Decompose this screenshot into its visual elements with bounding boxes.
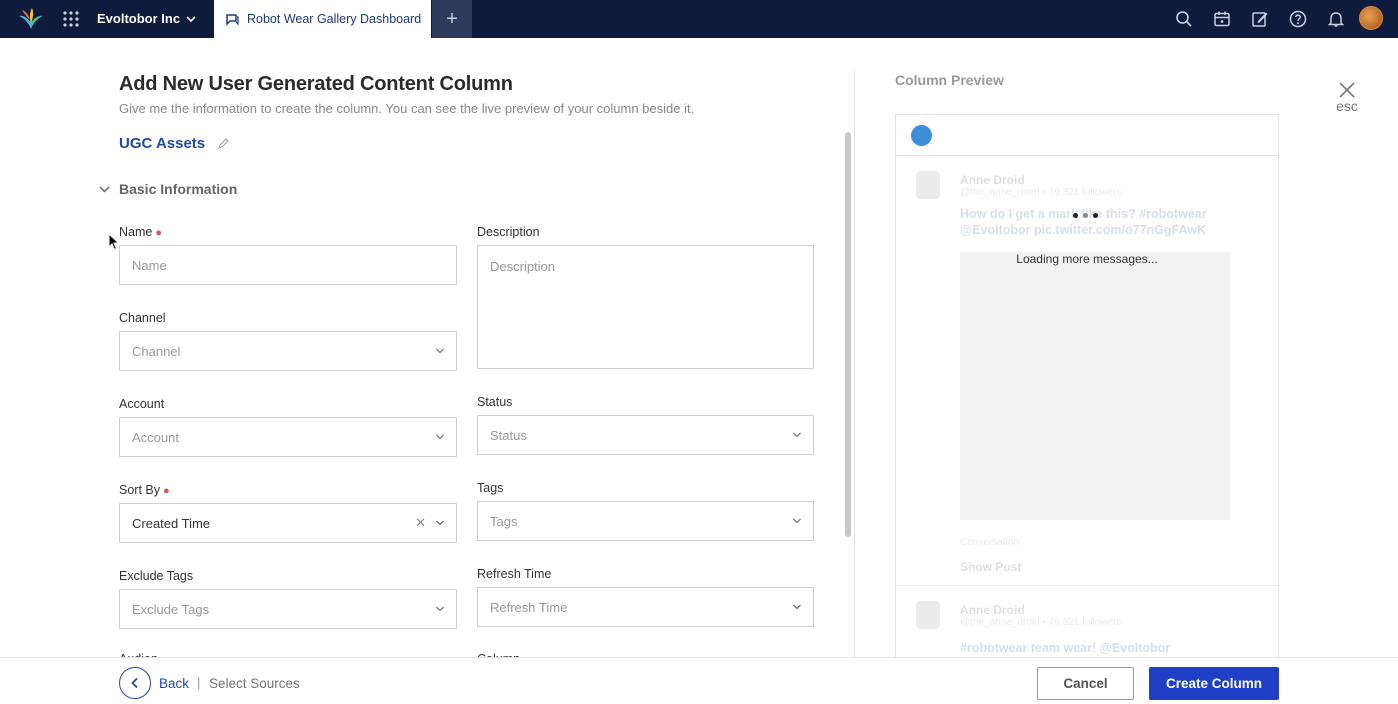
column-type-heading: UGC Assets	[119, 135, 229, 152]
name-label: Name ●	[119, 225, 162, 239]
ghost-post-image	[960, 252, 1230, 520]
form-scrollbar[interactable]	[845, 132, 851, 537]
edit-pencil-icon[interactable]	[217, 137, 229, 150]
chevron-down-icon	[793, 432, 801, 438]
preview-title: Column Preview	[895, 72, 1004, 88]
sort-by-select[interactable]: Created Time ✕	[119, 503, 457, 543]
column-type-label: UGC Assets	[119, 135, 206, 152]
section-title: Basic Information	[119, 181, 238, 197]
description-label: Description	[477, 225, 540, 239]
refresh-time-label: Refresh Time	[477, 567, 552, 581]
ghost-avatar	[916, 601, 940, 629]
ghost-post: Anne Droid @the_anne_droid • 79,321 foll…	[960, 173, 1207, 237]
ghost-post: Anne Droid @the_anne_droid • 79,321 foll…	[960, 603, 1171, 655]
name-input[interactable]: Name	[119, 245, 457, 285]
search-icon[interactable]	[1174, 9, 1194, 29]
back-button[interactable]	[119, 667, 151, 699]
loading-text: Loading more messages...	[1016, 252, 1158, 266]
tab-label: Robot Wear Gallery Dashboard	[247, 12, 422, 26]
org-name: Evoltobor Inc	[97, 11, 181, 26]
preview-card: Anne Droid @the_anne_droid • 79,321 foll…	[895, 114, 1279, 659]
ghost-avatar	[916, 171, 940, 199]
close-button[interactable]: esc	[1334, 80, 1360, 120]
chevron-down-icon	[436, 434, 444, 440]
tab-robot-wear-gallery-dashboard[interactable]: Robot Wear Gallery Dashboard	[214, 0, 431, 38]
add-tab-button[interactable]: +	[432, 0, 472, 38]
required-marker: ●	[163, 485, 170, 497]
chat-bubble-icon	[226, 13, 239, 26]
page-title: Add New User Generated Content Column	[119, 73, 513, 95]
close-icon	[1339, 82, 1355, 98]
panel-divider	[854, 70, 855, 660]
cancel-button[interactable]: Cancel	[1037, 667, 1134, 700]
account-select[interactable]: Account	[119, 417, 457, 457]
channel-select[interactable]: Channel	[119, 331, 457, 371]
tags-select[interactable]: Tags	[477, 501, 814, 541]
app-launcher-icon[interactable]	[62, 10, 80, 28]
chevron-down-icon	[436, 606, 444, 612]
description-textarea[interactable]: Description	[477, 245, 814, 369]
chevron-left-icon	[131, 677, 138, 689]
top-navigation-bar: Evoltobor Inc Robot Wear Gallery Dashboa…	[0, 0, 1398, 38]
sort-by-value: Created Time	[132, 515, 211, 531]
chevron-down-icon	[186, 15, 196, 22]
loading-spinner-icon	[1073, 213, 1098, 218]
ghost-post-meta: Conversation Show Post	[960, 537, 1022, 574]
chevron-down-icon	[793, 604, 801, 610]
ghost-separator	[896, 585, 1278, 586]
tags-label: Tags	[477, 481, 504, 495]
close-hint: esc	[1336, 98, 1358, 114]
org-switcher[interactable]: Evoltobor Inc	[97, 11, 196, 26]
chevron-down-icon	[436, 520, 444, 526]
create-column-button[interactable]: Create Column	[1149, 667, 1279, 700]
exclude-tags-label: Exclude Tags	[119, 569, 194, 583]
user-avatar[interactable]	[1359, 6, 1383, 30]
section-toggle-basic-information[interactable]: Basic Information	[98, 181, 237, 197]
status-select[interactable]: Status	[477, 415, 814, 455]
status-label: Status	[477, 395, 513, 409]
breadcrumb-separator: |	[197, 675, 201, 690]
account-label: Account	[119, 397, 165, 411]
back-link[interactable]: Back	[159, 676, 189, 691]
calendar-icon[interactable]	[1212, 9, 1232, 29]
exclude-tags-select[interactable]: Exclude Tags	[119, 589, 457, 629]
clear-icon[interactable]: ✕	[415, 515, 426, 531]
preview-card-header	[896, 115, 1278, 156]
brand-logo-icon[interactable]	[18, 7, 44, 31]
sort-by-label: Sort By ●	[119, 483, 170, 497]
chevron-down-icon	[99, 185, 110, 193]
channel-label: Channel	[119, 311, 166, 325]
chevron-down-icon	[436, 348, 444, 354]
footer-bar: Back | Select Sources Cancel Create Colu…	[0, 657, 1398, 704]
chevron-down-icon	[793, 518, 801, 524]
step-label: Select Sources	[209, 676, 300, 691]
bell-icon[interactable]	[1326, 9, 1346, 29]
help-icon[interactable]	[1288, 9, 1308, 29]
twitter-badge-icon	[911, 125, 932, 146]
refresh-time-select[interactable]: Refresh Time	[477, 587, 814, 627]
page-subtitle: Give me the information to create the co…	[119, 101, 695, 116]
mouse-cursor-icon	[108, 233, 120, 251]
compose-icon[interactable]	[1250, 9, 1270, 29]
required-marker: ●	[155, 227, 162, 239]
